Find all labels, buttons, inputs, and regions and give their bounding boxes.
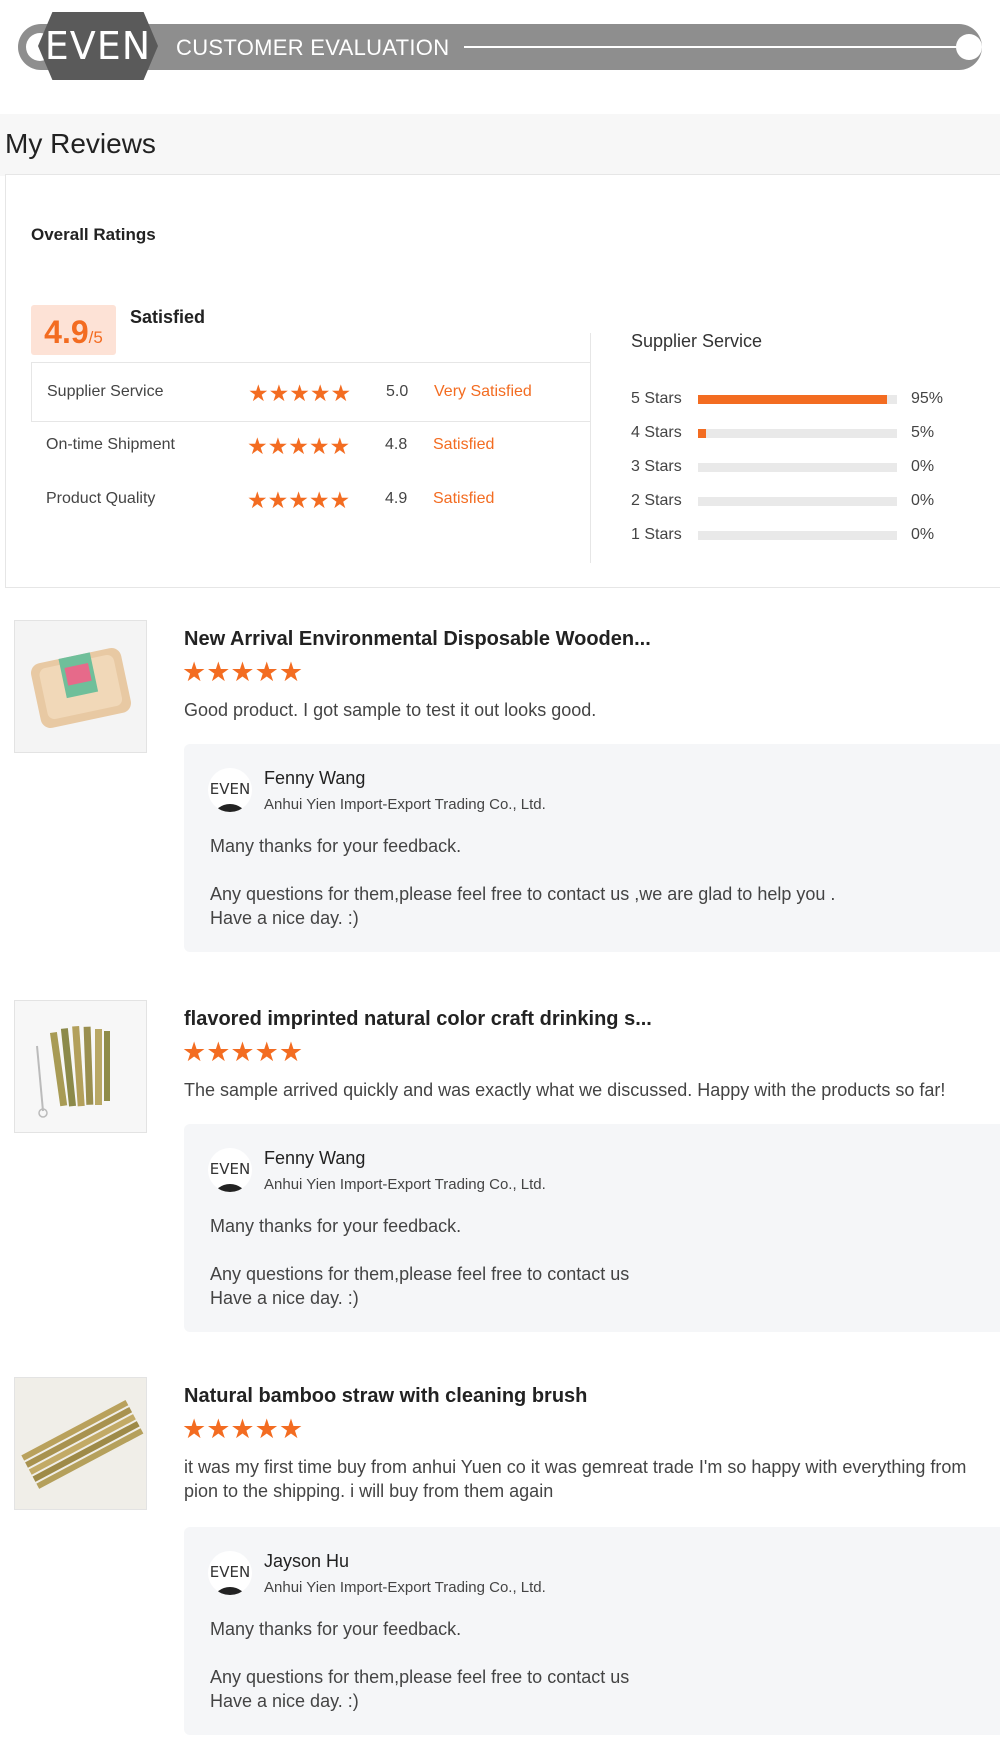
distribution-title: Supplier Service (631, 331, 763, 351)
distribution-fill (698, 395, 888, 404)
star-rating-icon: ★★★★★ (182, 1037, 304, 1067)
review-product-title[interactable]: New Arrival Environmental Disposable Woo… (184, 628, 651, 651)
distribution-pct: 0% (911, 526, 935, 543)
distribution-pct: 0% (911, 458, 935, 475)
star-rating-icon: ★★★★★ (247, 487, 351, 513)
product-thumbnail[interactable] (14, 1000, 147, 1133)
distribution-row: 2 Stars 0% (631, 489, 971, 513)
banner-right-dot (956, 34, 982, 60)
banner-title: CUSTOMER EVALUATION (176, 35, 450, 60)
reply-line: Many thanks for your feedback. (210, 836, 462, 856)
avatar: EVEN (208, 1148, 252, 1192)
rating-row-desc: Very Satisfied (434, 383, 532, 400)
reply-line: Any questions for them,please feel free … (210, 1667, 630, 1687)
banner-line (464, 46, 964, 48)
reply-company: Anhui Yien Import-Export Trading Co., Lt… (264, 796, 546, 813)
reply-company: Anhui Yien Import-Export Trading Co., Lt… (264, 1176, 546, 1193)
avatar-arc (214, 1587, 246, 1595)
distribution-row: 3 Stars 0% (631, 455, 971, 479)
overall-score-badge: 4.9/5 (31, 305, 116, 355)
reply-line: Any questions for them,please feel free … (210, 1264, 630, 1284)
review-product-title[interactable]: Natural bamboo straw with cleaning brush (184, 1385, 587, 1408)
reply-line: Have a nice day. :) (210, 1691, 359, 1711)
distribution-pct: 95% (911, 390, 944, 407)
avatar-logo-text: EVEN (209, 1563, 251, 1581)
avatar-arc (214, 1184, 246, 1192)
rating-row-value: 4.9 (385, 490, 408, 507)
reply-author-name: Fenny Wang (264, 1148, 366, 1168)
distribution-track (698, 395, 897, 404)
supplier-reply: EVEN Fenny Wang Anhui Yien Import-Export… (184, 1124, 1000, 1332)
reply-message: Many thanks for your feedback. Any quest… (210, 1214, 629, 1310)
reply-author-name: Jayson Hu (264, 1551, 350, 1571)
wooden-plate-image (15, 621, 146, 752)
page-title: My Reviews (5, 128, 156, 159)
overall-ratings-card: Overall Ratings 4.9/5 Satisfied Supplier… (5, 174, 1000, 588)
avatar-arc (214, 804, 246, 812)
review-text: it was my first time buy from anhui Yuen… (184, 1457, 967, 1501)
distribution-pct: 0% (911, 492, 935, 509)
reply-company: Anhui Yien Import-Export Trading Co., Lt… (264, 1579, 546, 1596)
reply-message: Many thanks for your feedback. Any quest… (210, 834, 835, 930)
reply-author-name: Fenny Wang (264, 768, 366, 788)
distribution-row: 1 Stars 0% (631, 523, 971, 547)
distribution-label: 2 Stars (631, 492, 682, 509)
rating-row-label: On-time Shipment (46, 436, 175, 453)
distribution-row: 5 Stars 95% (631, 387, 971, 411)
rating-row-value: 4.8 (385, 436, 408, 453)
rating-row-product-quality[interactable]: Product Quality ★★★★★ 4.9 Satisfied (31, 470, 590, 530)
review-text: Good product. I got sample to test it ou… (184, 700, 597, 720)
distribution-fill (698, 429, 706, 438)
bamboo-straws-image (15, 1001, 146, 1132)
distribution-label: 1 Stars (631, 526, 682, 543)
section-banner: CUSTOMER EVALUATION (18, 24, 982, 70)
distribution-track (698, 463, 897, 472)
avatar: EVEN (208, 768, 252, 812)
avatar: EVEN (208, 1551, 252, 1595)
overall-score-suffix: /5 (88, 328, 103, 347)
avatar-logo-text: EVEN (209, 780, 251, 798)
product-thumbnail[interactable] (14, 1377, 147, 1510)
review-text: The sample arrived quickly and was exact… (184, 1080, 946, 1100)
ratings-divider (590, 333, 591, 563)
star-rating-icon: ★★★★★ (182, 657, 304, 687)
reply-message: Many thanks for your feedback. Any quest… (210, 1617, 629, 1713)
reply-line: Any questions for them,please feel free … (210, 884, 836, 904)
rating-row-label: Supplier Service (47, 383, 164, 400)
avatar-logo-text: EVEN (209, 1160, 251, 1178)
supplier-reply: EVEN Jayson Hu Anhui Yien Import-Export … (184, 1527, 1000, 1735)
reply-line: Have a nice day. :) (210, 908, 359, 928)
supplier-reply: EVEN Fenny Wang Anhui Yien Import-Export… (184, 744, 1000, 952)
star-rating-icon: ★★★★★ (247, 433, 351, 459)
rating-row-desc: Satisfied (433, 490, 495, 507)
overall-score-word: Satisfied (130, 307, 206, 327)
bamboo-straws-image (15, 1378, 146, 1509)
distribution-track (698, 429, 897, 438)
star-rating-icon: ★★★★★ (182, 1414, 304, 1444)
star-rating-icon: ★★★★★ (248, 380, 352, 406)
product-thumbnail[interactable] (14, 620, 147, 753)
overall-ratings-label: Overall Ratings (31, 225, 156, 244)
rating-row-label: Product Quality (46, 490, 156, 507)
review-product-title[interactable]: flavored imprinted natural color craft d… (184, 1008, 652, 1031)
rating-row-value: 5.0 (386, 383, 409, 400)
rating-row-on-time-shipment[interactable]: On-time Shipment ★★★★★ 4.8 Satisfied (31, 416, 590, 476)
distribution-pct: 5% (911, 424, 935, 441)
overall-score: 4.9 (44, 314, 89, 350)
brand-logo: EVEN (38, 12, 158, 80)
distribution-track (698, 531, 897, 540)
distribution-track (698, 497, 897, 506)
rating-row-desc: Satisfied (433, 436, 495, 453)
distribution-label: 5 Stars (631, 390, 682, 407)
brand-logo-text: EVEN (44, 24, 152, 68)
reviews-section-header: My Reviews (0, 114, 1000, 176)
reply-line: Have a nice day. :) (210, 1288, 359, 1308)
reply-line: Many thanks for your feedback. (210, 1216, 462, 1236)
reply-line: Many thanks for your feedback. (210, 1619, 462, 1639)
rating-row-supplier-service[interactable]: Supplier Service ★★★★★ 5.0 Very Satisfie… (31, 362, 590, 422)
distribution-row: 4 Stars 5% (631, 421, 971, 445)
distribution-label: 4 Stars (631, 424, 682, 441)
distribution-label: 3 Stars (631, 458, 682, 475)
